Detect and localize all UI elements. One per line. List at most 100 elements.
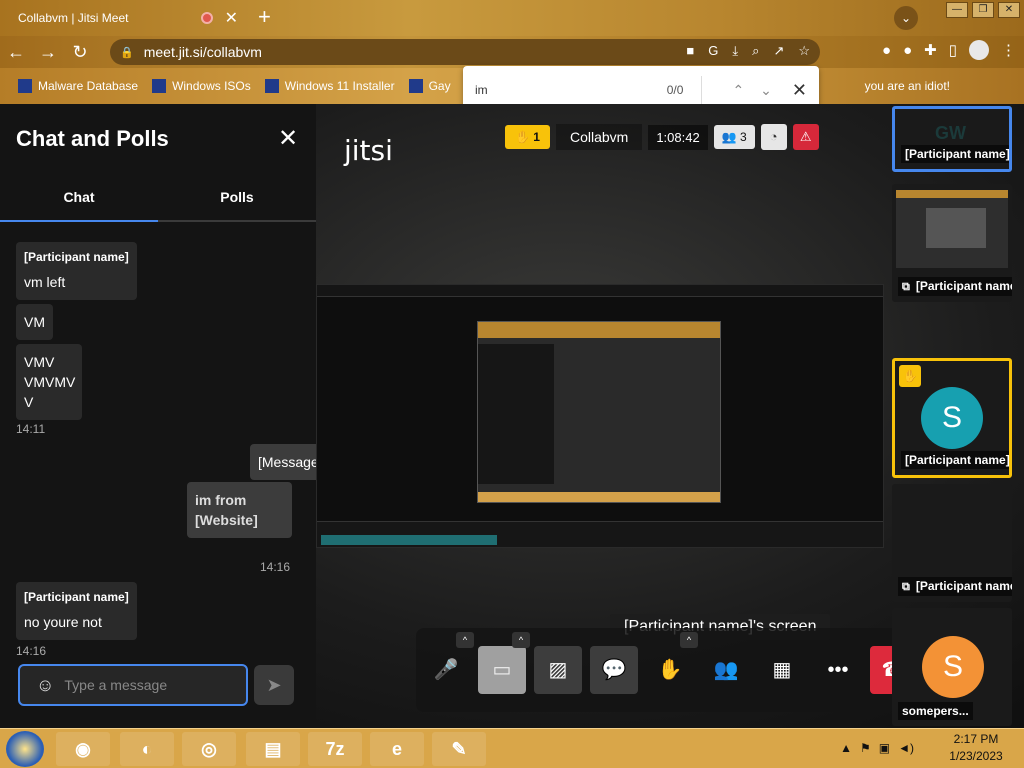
participant-tile[interactable]: ⧉ [Participant name] — [892, 184, 1012, 302]
bookmark-item[interactable]: you are an idiot! — [865, 79, 950, 93]
share-icon[interactable]: ↗ — [773, 43, 784, 59]
bookmark-icon — [264, 79, 279, 93]
message-text: im from [Website] — [195, 492, 258, 528]
profile-avatar-icon[interactable] — [969, 40, 989, 60]
find-previous-icon[interactable]: ⌃ — [732, 82, 744, 99]
chat-button[interactable]: 💬 — [590, 646, 638, 694]
network-icon[interactable]: ▣ — [879, 741, 890, 755]
tab-polls[interactable]: Polls — [158, 184, 316, 220]
find-next-icon[interactable]: ⌄ — [760, 82, 772, 99]
bookmark-icon — [152, 79, 167, 93]
bookmark-item[interactable]: Gay — [408, 79, 451, 93]
recording-icon — [200, 12, 213, 24]
forward-icon[interactable]: → — [32, 42, 64, 63]
bookmark-item[interactable]: Windows ISOs — [152, 79, 251, 93]
file-explorer-taskbar-icon[interactable]: ▤ — [246, 732, 300, 766]
close-chat-icon[interactable]: ✕ — [278, 124, 298, 153]
notepad-taskbar-icon[interactable]: ✎ — [432, 732, 486, 766]
screen-share-button[interactable]: ▨ — [534, 646, 582, 694]
browser-tab[interactable]: Collabvm | Jitsi Meet ✕ — [8, 4, 248, 32]
browser-menu-icon[interactable]: ⋮ — [1001, 41, 1016, 59]
message-timestamp: 14:16 — [260, 560, 291, 574]
extension-icon-2[interactable]: ● — [903, 42, 912, 59]
camera-icon[interactable]: ■ — [686, 43, 694, 59]
start-button[interactable] — [6, 731, 44, 767]
participant-avatar: S — [922, 636, 984, 698]
clock-time: 2:17 PM — [953, 732, 999, 746]
system-clock[interactable]: 2:17 PM 1/23/2023 — [936, 731, 1016, 765]
bookmark-item[interactable]: Malware Database — [18, 79, 138, 93]
minimize-button[interactable]: — — [946, 2, 968, 18]
action-center-flag-icon[interactable]: ⚑ — [860, 741, 871, 755]
bookmark-star-icon[interactable]: ☆ — [798, 43, 810, 59]
obama-taskbar-icon[interactable]: ◎ — [182, 732, 236, 766]
more-options-button[interactable]: ••• — [814, 646, 862, 694]
find-icon[interactable]: ⌕ — [752, 43, 759, 59]
close-tab-icon[interactable]: ✕ — [225, 8, 238, 28]
participant-tile[interactable]: ⧉[Participant name]'s scr... — [892, 484, 1012, 602]
microphone-button[interactable]: 🎤 — [422, 646, 470, 694]
tab-chat[interactable]: Chat — [0, 184, 158, 222]
find-input[interactable]: im — [475, 83, 488, 97]
camera-button[interactable]: ▭ — [478, 646, 526, 694]
extensions-puzzle-icon[interactable]: ✚ — [924, 41, 937, 59]
jitsi-logo: jitsi — [344, 134, 393, 167]
bookmark-item[interactable]: Windows 11 Installer — [264, 79, 395, 93]
volume-icon[interactable]: ◄) — [898, 741, 914, 755]
emoji-icon[interactable]: ☺ — [36, 675, 54, 696]
firefox-taskbar-icon[interactable]: ◐ — [120, 732, 174, 766]
chrome-taskbar-icon[interactable]: ◉ — [56, 732, 110, 766]
screen-share-indicator-icon: ⧉ — [902, 281, 910, 293]
meeting-toolbar: 🎤 ^ ▭ ^ ▨ 💬 ✋ ^ 👥 ▦ ••• ☎ — [416, 628, 926, 712]
camera-options-icon[interactable]: ^ — [512, 632, 530, 648]
tab-title: Collabvm | Jitsi Meet — [18, 11, 129, 25]
connection-indicator-icon[interactable]: ◔ — [760, 124, 787, 150]
participant-video-thumbnail — [896, 190, 1008, 268]
bookmark-icon — [408, 79, 423, 93]
participant-name: ⧉ [Participant name] — [898, 277, 1012, 296]
participant-tile[interactable]: ✋ S [Participant name] — [892, 358, 1012, 478]
address-bar[interactable]: 🔒 meet.jit.si/collabvm ■ G ⤓ ⌕ ↗ ☆ — [110, 39, 820, 65]
extension-icon-1[interactable]: ● — [882, 42, 891, 59]
window-close-button[interactable]: ✕ — [998, 2, 1020, 18]
tab-search-icon[interactable]: ⌄ — [894, 6, 918, 30]
participants-button[interactable]: 👥 — [702, 646, 750, 694]
message-text: VMV VMVMV V — [24, 354, 76, 410]
reload-icon[interactable]: ↻ — [64, 42, 96, 63]
participant-name: [Participant name] — [901, 145, 1009, 163]
microphone-options-icon[interactable]: ^ — [456, 632, 474, 648]
new-tab-button[interactable]: + — [258, 4, 271, 30]
send-button[interactable]: ➤ — [254, 665, 294, 705]
back-icon[interactable]: ← — [0, 42, 32, 63]
side-panel-icon[interactable]: ▯ — [949, 41, 957, 59]
restore-button[interactable]: ❐ — [972, 2, 994, 18]
tile-view-button[interactable]: ▦ — [758, 646, 806, 694]
nested-browser-bar — [478, 322, 720, 338]
reactions-options-icon[interactable]: ^ — [680, 632, 698, 648]
participant-tile[interactable]: S somepers... — [892, 608, 1012, 726]
message-timestamp: 14:16 — [16, 644, 47, 658]
raise-hand-button[interactable]: ✋ — [646, 646, 694, 694]
show-hidden-icons[interactable]: ▲ — [840, 741, 852, 755]
google-icon[interactable]: G — [708, 43, 718, 59]
find-close-icon[interactable]: ✕ — [792, 80, 807, 101]
participant-tile[interactable]: GW [Participant name] — [892, 106, 1012, 172]
thumbnail-content — [926, 208, 986, 248]
lock-icon[interactable]: 🔒 — [120, 46, 134, 59]
participant-initials: GW — [935, 123, 966, 143]
shared-screen-bottom — [317, 521, 883, 547]
url-text[interactable]: meet.jit.si/collabvm — [144, 44, 262, 60]
chat-message-own: im from [Website] — [187, 482, 292, 538]
message-text: vm left — [24, 274, 66, 290]
internet-explorer-taskbar-icon[interactable]: e — [370, 732, 424, 766]
message-text: no youre not — [24, 614, 102, 630]
meeting-stage: Chat and Polls ✕ Chat Polls [Participant… — [0, 104, 1024, 728]
nested-chat-panel — [478, 344, 554, 484]
warning-icon[interactable]: ⚠ — [792, 124, 819, 150]
find-count: 0/0 — [666, 83, 684, 97]
7zip-taskbar-icon[interactable]: 7z — [308, 732, 362, 766]
chat-message-input[interactable]: ☺ Type a message — [18, 664, 248, 706]
install-icon[interactable]: ⤓ — [732, 43, 738, 59]
participant-name: somepers... — [898, 702, 973, 720]
participant-count-badge[interactable]: 👥 3 — [713, 125, 755, 149]
